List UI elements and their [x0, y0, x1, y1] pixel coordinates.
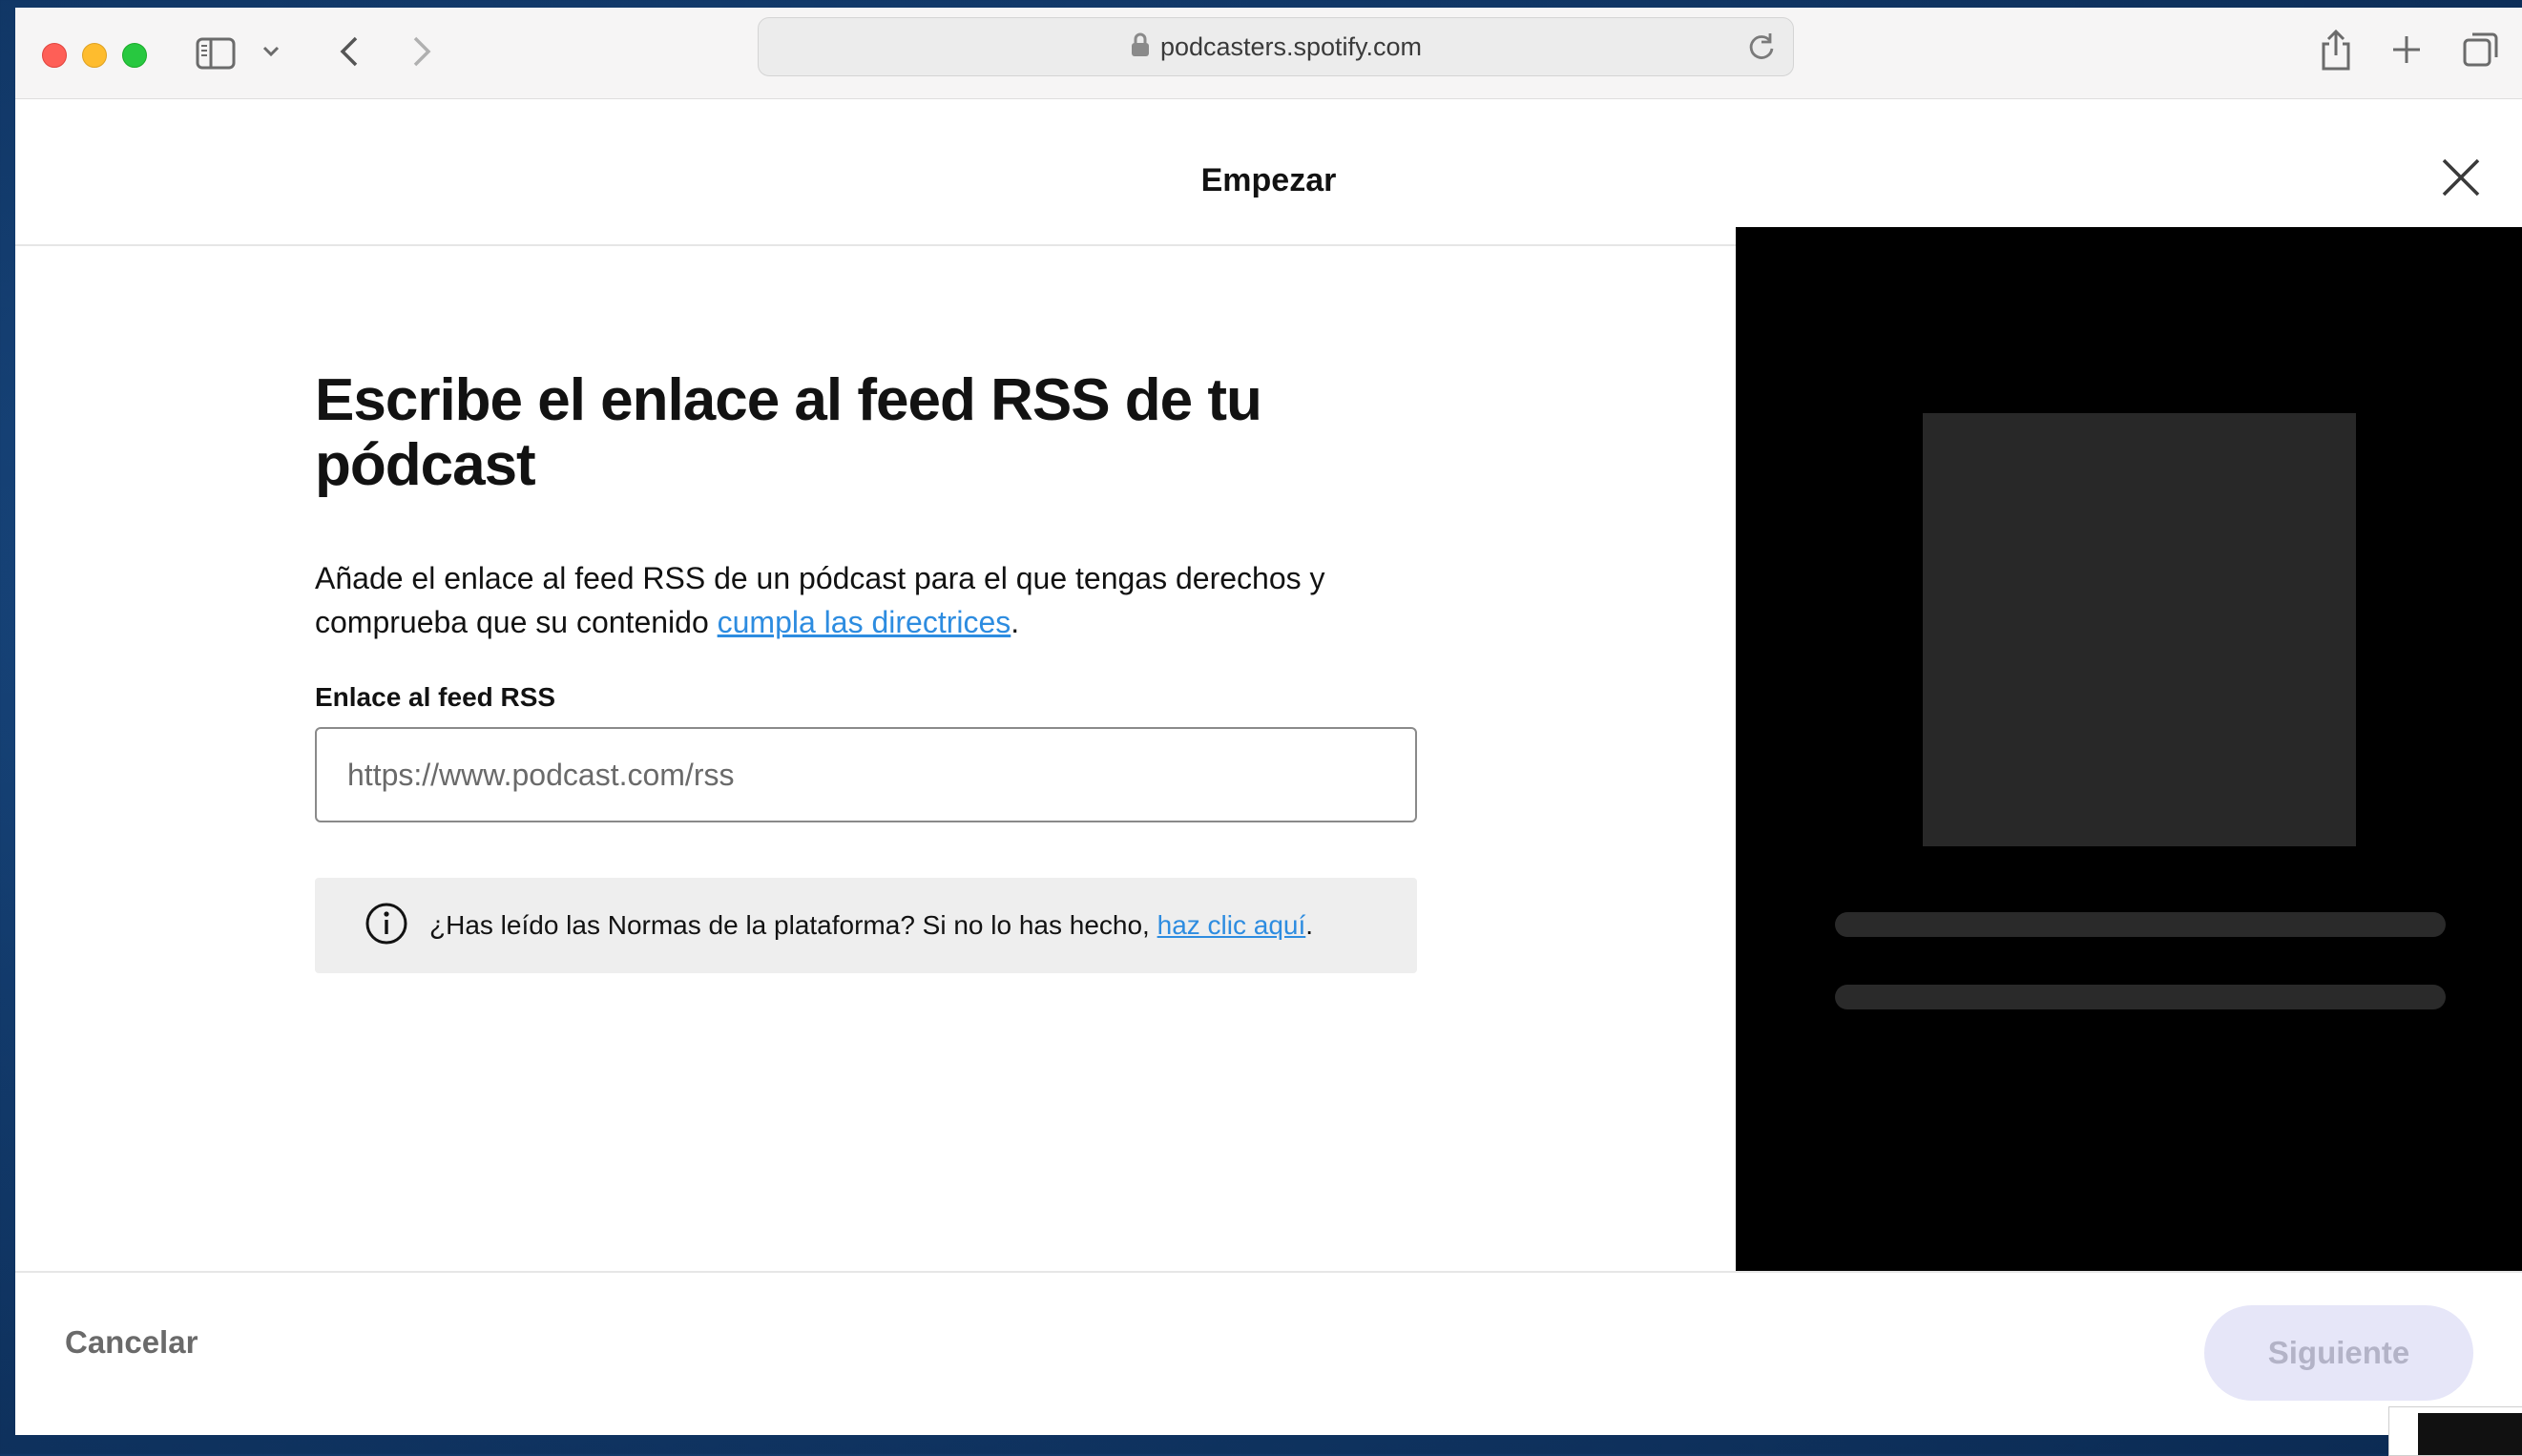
- zoom-window-button[interactable]: [122, 43, 147, 68]
- cancel-button[interactable]: Cancelar: [65, 1324, 198, 1361]
- podcast-preview-panel: [1736, 227, 2522, 1273]
- rss-field-label: Enlace al feed RSS: [315, 682, 556, 712]
- cover-art-placeholder: [1923, 413, 2356, 846]
- notice-text: ¿Has leído las Normas de la plataforma? …: [429, 910, 1313, 941]
- address-bar[interactable]: podcasters.spotify.com: [758, 17, 1794, 76]
- notice-end: .: [1305, 910, 1314, 940]
- browser-window: podcasters.spotify.com Empezar Escribe e…: [15, 8, 2522, 1435]
- info-icon: [365, 902, 408, 950]
- footer-divider: [15, 1271, 2522, 1273]
- close-icon[interactable]: [2438, 155, 2484, 200]
- close-window-button[interactable]: [42, 43, 67, 68]
- rss-feed-input[interactable]: [315, 727, 1417, 822]
- url-text: podcasters.spotify.com: [1159, 31, 1423, 61]
- sidebar-icon[interactable]: [195, 32, 237, 74]
- share-icon[interactable]: [2315, 25, 2357, 74]
- description-end: .: [1011, 605, 1020, 639]
- notice-message: ¿Has leído las Normas de la plataforma? …: [429, 910, 1157, 940]
- screenshot-thumbnail[interactable]: [2388, 1406, 2522, 1456]
- tabs-icon[interactable]: [2460, 29, 2502, 71]
- forward-icon[interactable]: [403, 32, 441, 71]
- page-title: Empezar: [1200, 162, 1337, 198]
- platform-rules-notice: ¿Has leído las Normas de la plataforma? …: [315, 878, 1417, 973]
- reload-icon[interactable]: [1747, 31, 1776, 67]
- chevron-down-icon[interactable]: [260, 40, 282, 63]
- page-header: Empezar: [15, 99, 2522, 246]
- minimize-window-button[interactable]: [82, 43, 107, 68]
- thumbnail-preview: [2418, 1413, 2522, 1455]
- lock-icon: [1130, 32, 1151, 62]
- guidelines-link[interactable]: cumpla las directrices: [718, 605, 1011, 639]
- click-here-link[interactable]: haz clic aquí: [1157, 910, 1306, 940]
- title-placeholder-bar: [1835, 912, 2446, 937]
- plus-icon[interactable]: [2387, 31, 2426, 69]
- main-heading: Escribe el enlace al feed RSS de tu pódc…: [315, 367, 1262, 498]
- subtitle-placeholder-bar: [1835, 985, 2446, 1009]
- back-icon[interactable]: [330, 32, 368, 71]
- description: Añade el enlace al feed RSS de un pódcas…: [315, 556, 1460, 644]
- browser-toolbar: podcasters.spotify.com: [15, 8, 2522, 99]
- next-button[interactable]: Siguiente: [2204, 1305, 2473, 1401]
